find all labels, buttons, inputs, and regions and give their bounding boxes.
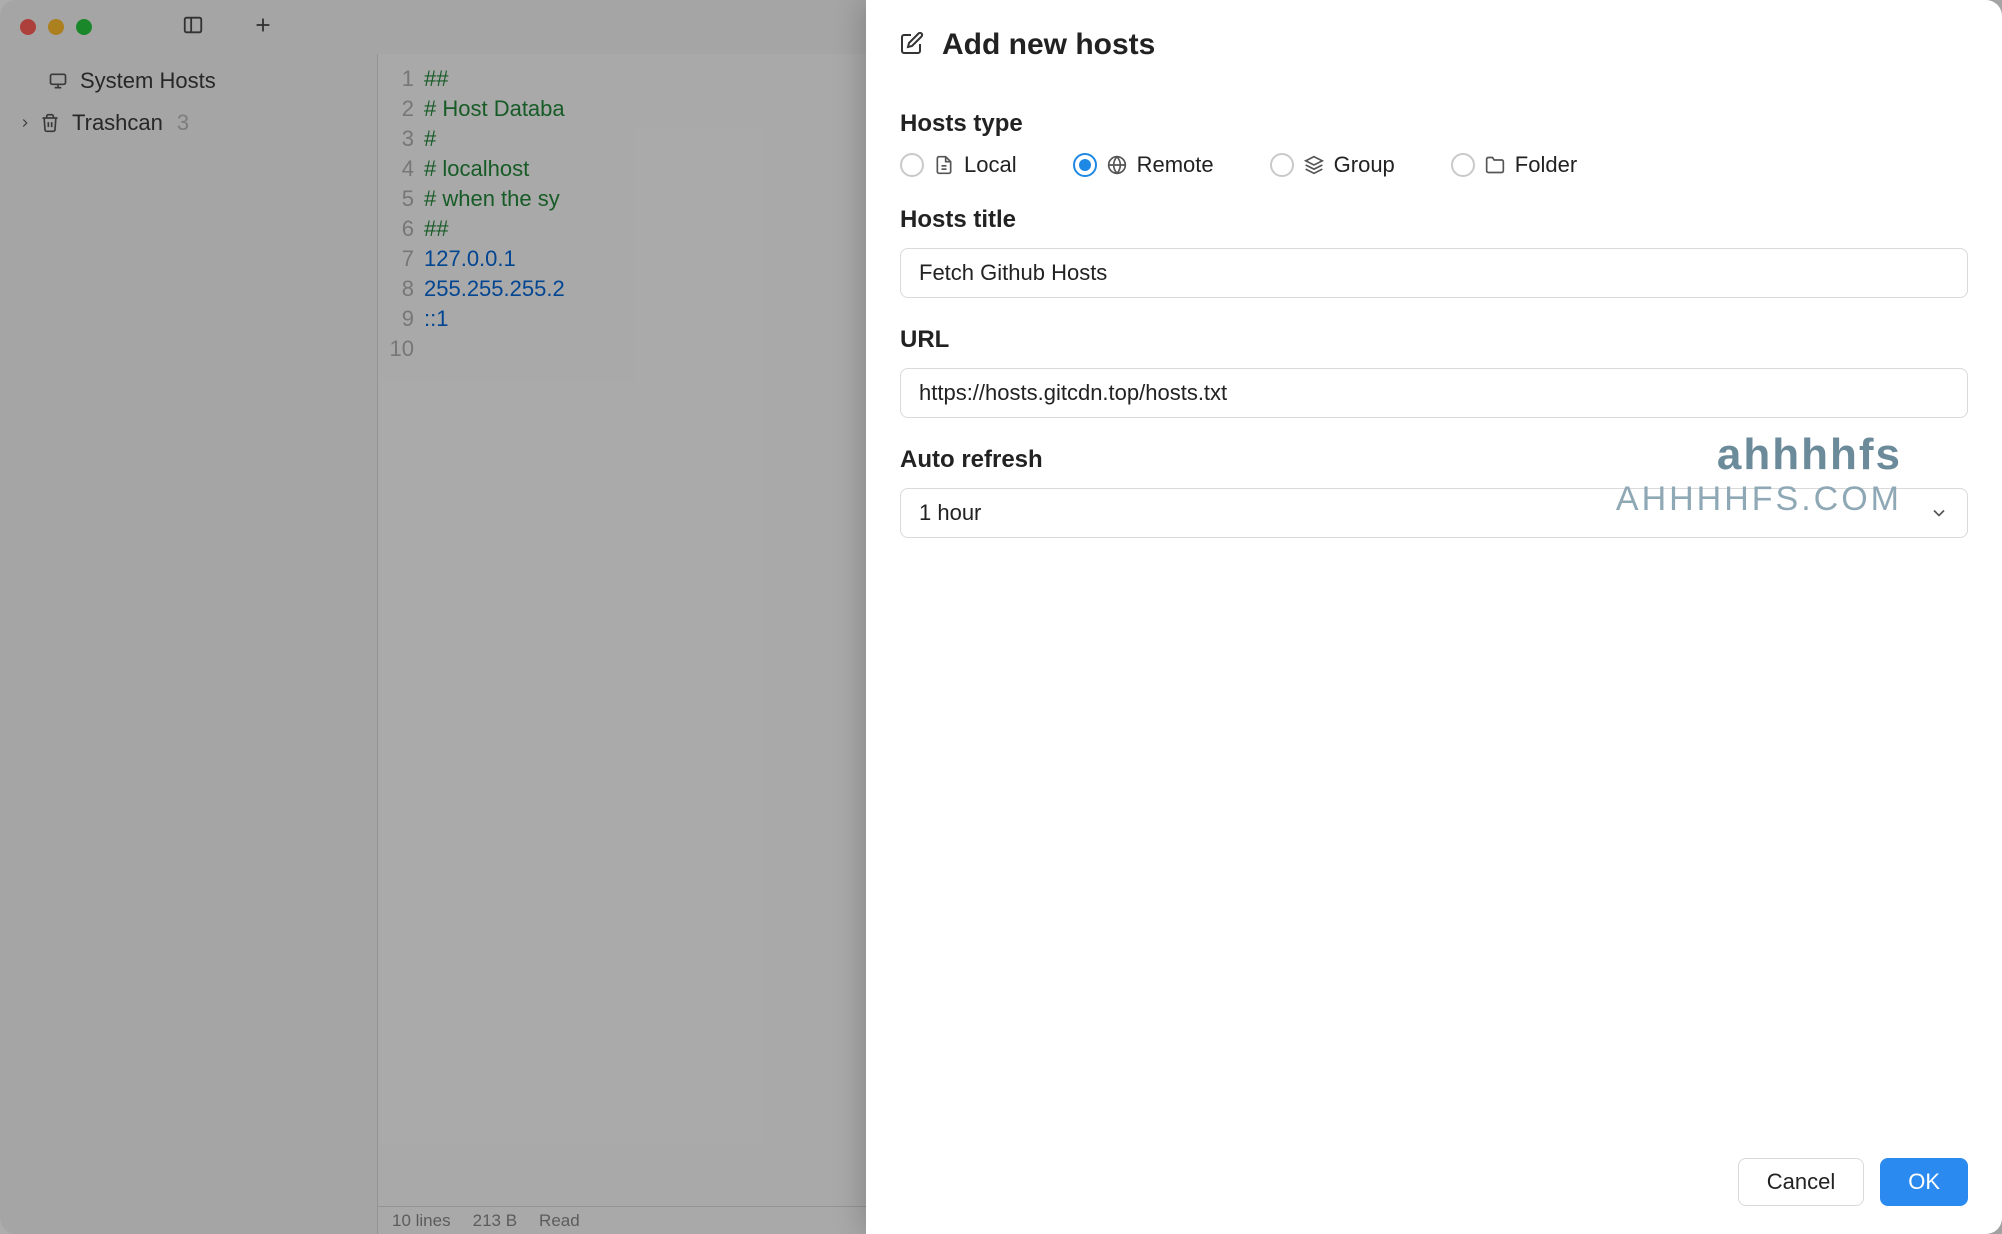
radio-folder[interactable]: Folder [1451,152,1577,178]
radio-indicator [1270,153,1294,177]
hosts-title-label: Hosts title [900,206,1968,234]
auto-refresh-select[interactable]: 1 hour [900,488,1968,538]
cancel-button[interactable]: Cancel [1738,1158,1864,1206]
edit-icon [900,31,924,60]
hosts-title-input[interactable] [900,248,1968,298]
url-input[interactable] [900,368,1968,418]
file-icon [934,155,954,175]
app-window: System Hosts Trashcan 3 12345678910 ### … [0,0,2002,1234]
radio-indicator [1073,153,1097,177]
layers-icon [1304,155,1324,175]
select-value: 1 hour [919,500,981,526]
add-hosts-modal: Add new hosts Hosts type Local Remote [866,0,2002,1234]
hosts-type-label: Hosts type [900,110,1968,138]
auto-refresh-label: Auto refresh [900,446,1968,474]
chevron-down-icon [1929,503,1949,523]
radio-indicator [900,153,924,177]
folder-icon [1485,155,1505,175]
radio-label: Local [964,152,1017,178]
radio-local[interactable]: Local [900,152,1017,178]
radio-label: Folder [1515,152,1577,178]
modal-title: Add new hosts [942,28,1155,62]
radio-label: Remote [1137,152,1214,178]
radio-indicator [1451,153,1475,177]
ok-button[interactable]: OK [1880,1158,1968,1206]
hosts-type-radio-group: Local Remote Group Folder [900,152,1968,178]
radio-group[interactable]: Group [1270,152,1395,178]
radio-remote[interactable]: Remote [1073,152,1214,178]
globe-icon [1107,155,1127,175]
radio-label: Group [1334,152,1395,178]
url-label: URL [900,326,1968,354]
